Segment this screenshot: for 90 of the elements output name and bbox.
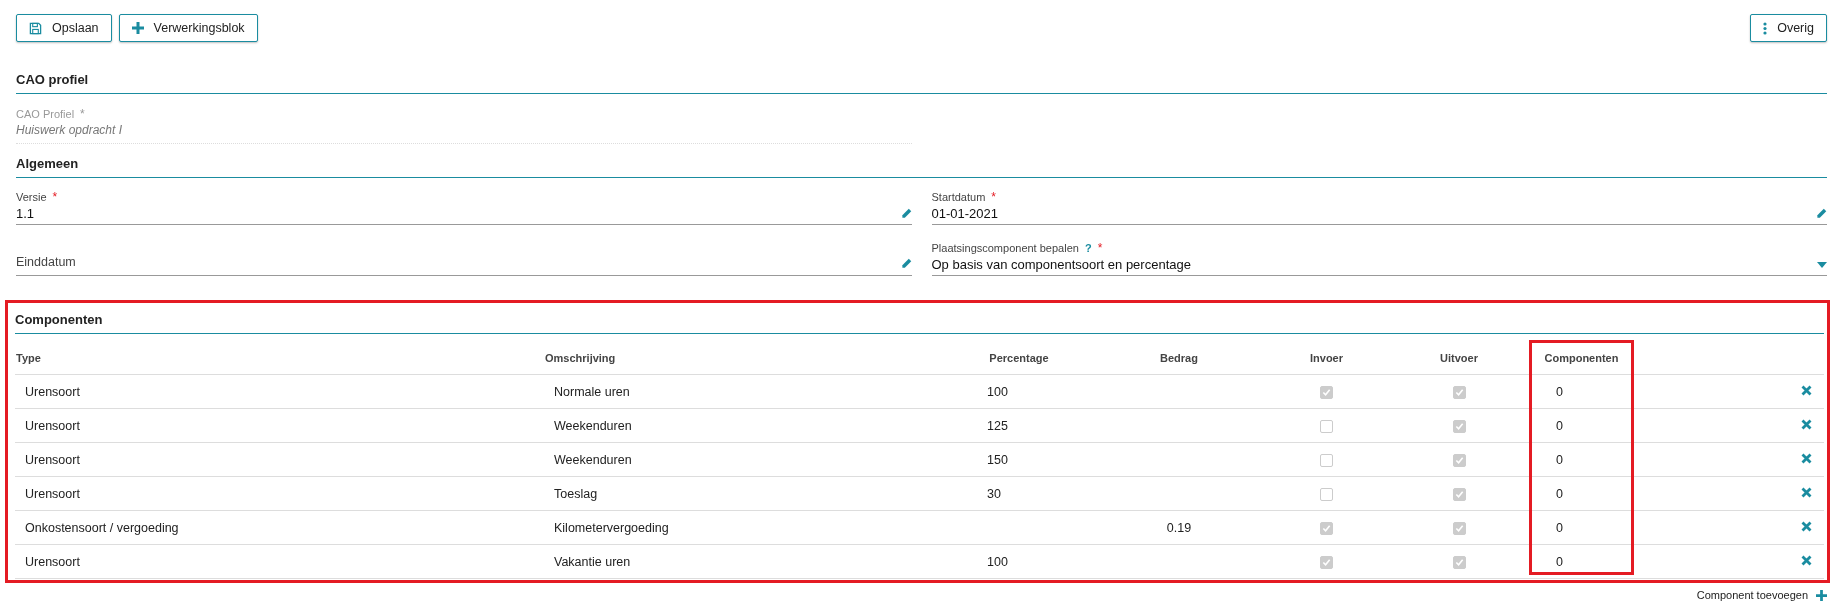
section-title: Componenten xyxy=(15,312,1824,334)
table-cell: 0 xyxy=(1556,554,1563,569)
checkbox[interactable] xyxy=(1320,453,1333,467)
table-cell: Weekenduren xyxy=(554,452,632,467)
required-asterisk: * xyxy=(991,190,996,204)
checkbox[interactable] xyxy=(1452,385,1466,399)
table-cell: Weekenduren xyxy=(554,418,632,433)
delete-x-icon[interactable] xyxy=(1801,418,1812,430)
table-cell: 150 xyxy=(987,452,1008,467)
required-asterisk: * xyxy=(1097,241,1103,255)
field-label: Einddatum xyxy=(16,255,76,271)
table-cell: Kilometervergoeding xyxy=(554,520,669,535)
delete-x-icon[interactable] xyxy=(1801,384,1812,396)
checkbox[interactable] xyxy=(1452,555,1466,569)
table-cell: 30 xyxy=(987,486,1001,501)
checkbox[interactable] xyxy=(1320,521,1333,535)
input-field[interactable]: Versie * 1.1 xyxy=(16,188,912,225)
checkmark-icon xyxy=(1454,523,1464,533)
column-header: Type xyxy=(15,342,544,375)
pencil-icon xyxy=(900,208,912,219)
checkmark-icon xyxy=(1454,489,1464,499)
plus-icon[interactable] xyxy=(1816,589,1827,601)
required-asterisk: * xyxy=(52,190,58,204)
field-value: 1.1 xyxy=(16,206,35,221)
column-header: Invoer xyxy=(1264,342,1389,375)
checkmark-icon xyxy=(1454,557,1464,567)
table-cell: 100 xyxy=(987,384,1008,399)
table-cell: 0 xyxy=(1556,520,1563,535)
add-component-link[interactable]: Component toevoegen xyxy=(1696,589,1808,601)
required-asterisk: * xyxy=(80,107,85,121)
checkmark-icon xyxy=(1454,421,1464,431)
table-cell: 0.19 xyxy=(1166,520,1192,535)
table-cell: 0 xyxy=(1556,418,1563,433)
save-button[interactable]: Opslaan xyxy=(16,14,112,42)
checkbox[interactable] xyxy=(1452,419,1466,433)
column-header: Uitvoer xyxy=(1389,342,1529,375)
delete-x-icon[interactable] xyxy=(1801,520,1812,532)
section-title: Algemeen xyxy=(16,156,1827,178)
plus-icon xyxy=(131,22,144,34)
table-cell: Urensoort xyxy=(25,452,80,467)
table-cell: Normale uren xyxy=(554,384,630,399)
section-title: CAO profiel xyxy=(16,72,1827,94)
field-value: 01-01-2021 xyxy=(931,206,998,221)
table-cell: 0 xyxy=(1556,384,1563,399)
column-header: Percentage xyxy=(944,342,1094,375)
delete-x-icon[interactable] xyxy=(1801,486,1812,498)
pencil-icon xyxy=(1816,208,1827,219)
checkmark-icon xyxy=(1322,387,1331,397)
field-value: Op basis van componentsoort en percentage xyxy=(931,257,1191,272)
add-button[interactable]: Verwerkingsblok xyxy=(118,14,258,42)
checkmark-icon xyxy=(1454,455,1464,465)
table-cell: Onkostensoort / vergoeding xyxy=(25,520,179,535)
table-cell: 0 xyxy=(1556,486,1563,501)
delete-x-icon[interactable] xyxy=(1801,554,1812,566)
input-field[interactable]: Startdatum * 01-01-2021 xyxy=(931,188,1827,225)
dropdown-field[interactable]: Plaatsingscomponent bepalen ? * Op basis van componentsoort en percentage xyxy=(931,239,1827,276)
table-cell: Urensoort xyxy=(25,486,80,501)
vertical-dots-icon xyxy=(1763,21,1768,35)
checkbox[interactable] xyxy=(1452,487,1466,501)
checkmark-icon xyxy=(1322,523,1331,533)
dropdown-caret-icon xyxy=(1817,261,1827,268)
table-cell: Urensoort xyxy=(25,384,80,399)
table-cell: Urensoort xyxy=(25,554,80,569)
checkbox[interactable] xyxy=(1320,555,1333,569)
field-label: Versie xyxy=(16,191,47,203)
table-cell: 0 xyxy=(1556,452,1563,467)
delete-x-icon[interactable] xyxy=(1801,452,1812,464)
checkbox[interactable] xyxy=(1452,453,1466,467)
more-menu-button[interactable]: Overig xyxy=(1750,14,1827,42)
field-value: Huiswerk opdracht I xyxy=(16,123,124,137)
column-header: Bedrag xyxy=(1094,342,1264,375)
table-cell: Urensoort xyxy=(25,418,80,433)
table-cell: 100 xyxy=(987,554,1008,569)
table-cell: Toeslag xyxy=(554,486,598,501)
checkbox[interactable] xyxy=(1320,487,1333,501)
checkbox[interactable] xyxy=(1320,419,1333,433)
field-label: Plaatsingscomponent bepalen xyxy=(931,242,1079,254)
pencil-icon xyxy=(900,258,912,269)
column-header: Componenten xyxy=(1529,342,1634,375)
checkbox[interactable] xyxy=(1320,385,1333,399)
table-cell: 125 xyxy=(987,418,1008,433)
help-icon[interactable]: ? xyxy=(1084,242,1092,254)
field-label: Startdatum xyxy=(931,191,986,203)
field-label: CAO Profiel xyxy=(16,108,75,120)
checkbox[interactable] xyxy=(1452,521,1466,535)
checkmark-icon xyxy=(1322,557,1331,567)
column-header: Omschrijving xyxy=(544,342,944,375)
input-field[interactable]: Einddatum xyxy=(16,239,912,276)
checkmark-icon xyxy=(1454,387,1464,397)
table-cell: Vakantie uren xyxy=(554,554,631,569)
